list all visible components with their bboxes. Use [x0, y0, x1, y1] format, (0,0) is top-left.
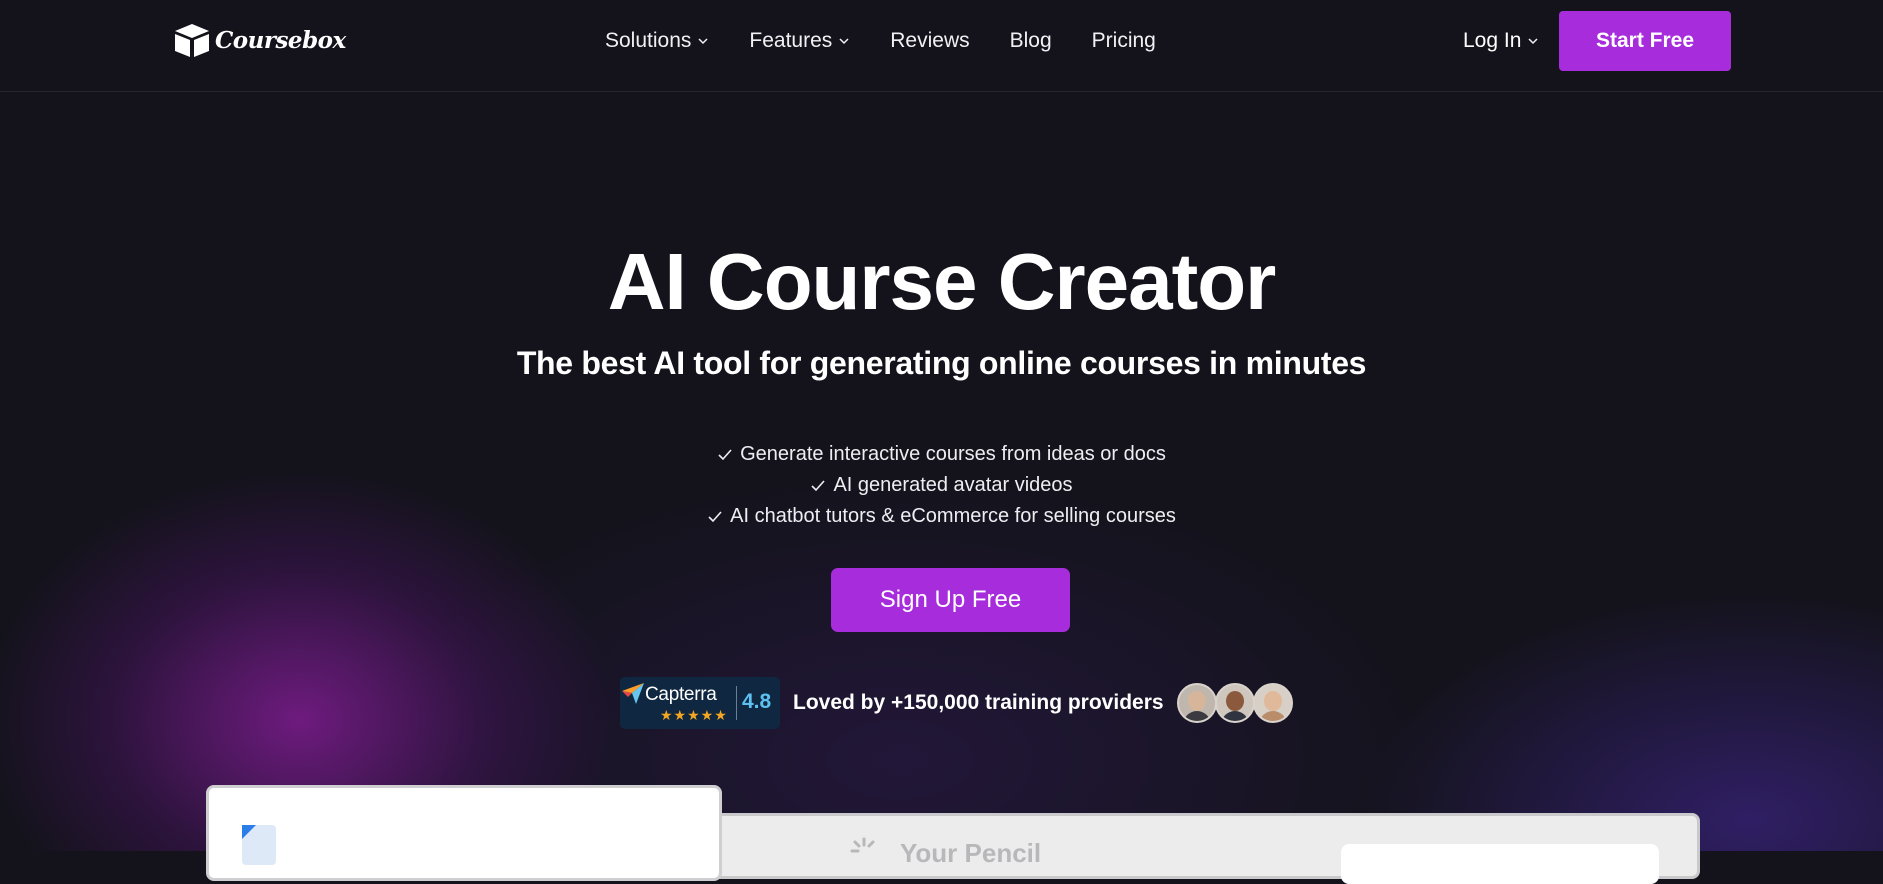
check-icon: [708, 510, 722, 522]
loading-icon: [850, 837, 875, 853]
login-label: Log In: [1463, 29, 1522, 52]
login-menu[interactable]: Log In: [1463, 29, 1539, 53]
capterra-name: Capterra: [645, 684, 717, 705]
avatar: [1252, 683, 1293, 723]
nav-item-features[interactable]: Features: [749, 29, 850, 53]
rating-stars-icon: ★★★★★: [660, 707, 728, 723]
feature-text: AI generated avatar videos: [833, 474, 1073, 496]
page-title: AI Course Creator: [607, 237, 1277, 326]
coursebox-logo[interactable]: Coursebox: [172, 21, 346, 59]
avatar-group: [1176, 683, 1293, 723]
check-icon: [811, 479, 826, 491]
nav-item-solutions[interactable]: Solutions: [605, 29, 709, 53]
hero-subtitle: The best AI tool for generating online c…: [516, 345, 1367, 381]
capterra-rating: 4.8: [742, 690, 772, 713]
feature-list: Generate interactive courses from ideas …: [0, 439, 1883, 532]
preview-input-pill: [1341, 844, 1659, 884]
badge-divider: [736, 686, 737, 720]
chevron-down-icon: [1528, 38, 1538, 45]
main-nav: Solutions Features Reviews Blog Pricing: [605, 29, 1196, 53]
feature-item: AI generated avatar videos: [0, 470, 1883, 501]
preview-faded-title: Your Pencil: [900, 838, 1042, 868]
product-preview-panel: Your Pencil: [706, 813, 1700, 884]
social-proof-tagline: Loved by +150,000 training providers: [793, 691, 1164, 714]
nav-item-label: Features: [749, 29, 833, 52]
start-free-button[interactable]: Start Free: [1559, 11, 1731, 71]
nav-item-label: Blog: [1009, 29, 1052, 52]
sign-up-free-button[interactable]: Sign Up Free: [831, 568, 1070, 632]
feature-item: Generate interactive courses from ideas …: [0, 439, 1883, 470]
feature-text: AI chatbot tutors & eCommerce for sellin…: [730, 505, 1176, 527]
avatar: [1214, 683, 1255, 723]
check-icon: [718, 448, 732, 460]
capterra-badge[interactable]: Capterra ★★★★★ 4.8: [620, 677, 780, 729]
chevron-down-icon: [839, 38, 849, 45]
capterra-arrow-icon: [622, 683, 644, 704]
nav-item-reviews[interactable]: Reviews: [890, 29, 969, 53]
feature-item: AI chatbot tutors & eCommerce for sellin…: [0, 501, 1883, 532]
social-proof: Capterra ★★★★★ 4.8 Loved by +150,000 tra…: [620, 676, 1293, 730]
nav-item-label: Solutions: [605, 29, 692, 52]
feature-text: Generate interactive courses from ideas …: [740, 443, 1166, 465]
chevron-down-icon: [698, 38, 708, 45]
logo-text: Coursebox: [215, 26, 346, 54]
product-preview-card: [206, 785, 722, 881]
nav-item-pricing[interactable]: Pricing: [1092, 29, 1156, 53]
document-icon: [242, 825, 276, 865]
nav-item-label: Pricing: [1091, 29, 1156, 52]
nav-item-label: Reviews: [890, 29, 970, 52]
nav-item-blog[interactable]: Blog: [1010, 29, 1052, 53]
top-navigation-bar: Coursebox Solutions Features Reviews Blo…: [0, 0, 1883, 92]
avatar: [1176, 683, 1217, 723]
box-logo-icon: [175, 24, 209, 57]
